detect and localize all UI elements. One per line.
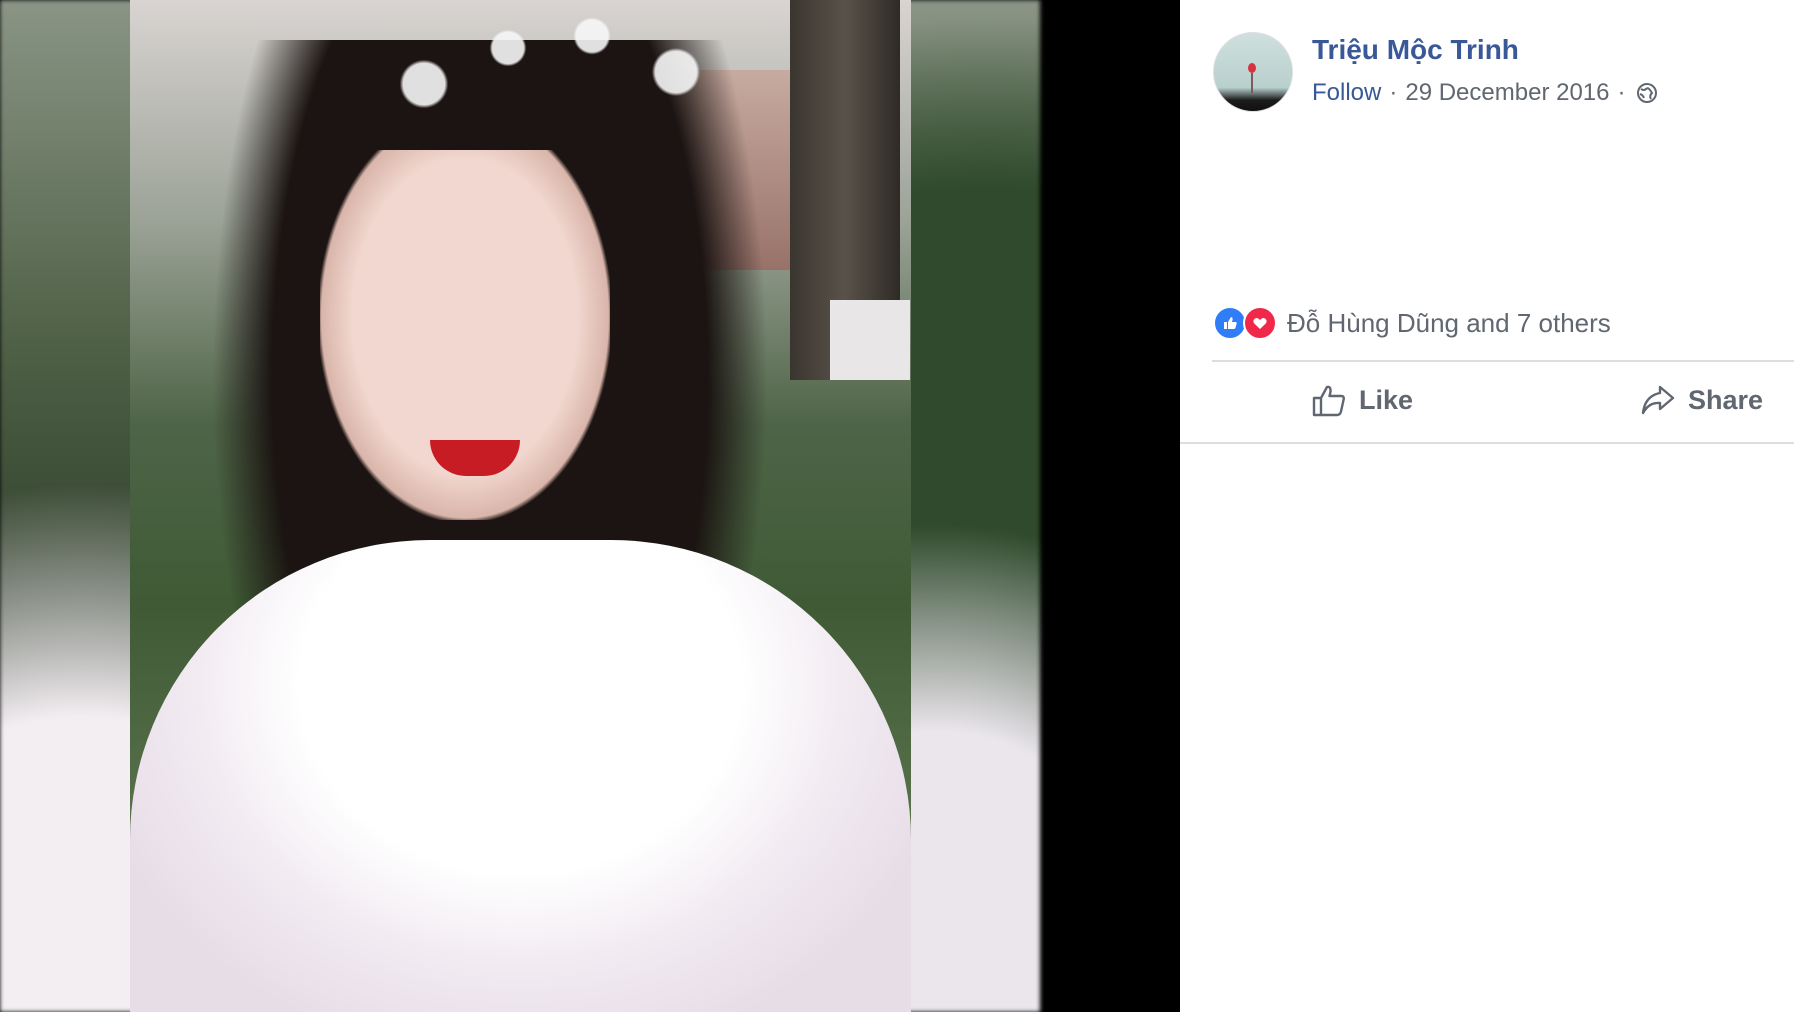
post-side-panel: Triệu Mộc Trinh Follow · 29 December 201… xyxy=(1180,0,1794,1012)
love-reaction-icon xyxy=(1243,306,1277,340)
reaction-names[interactable]: Đỗ Hùng Dũng and 7 others xyxy=(1287,308,1611,339)
thumbs-up-icon xyxy=(1312,385,1345,417)
globe-icon[interactable] xyxy=(1636,82,1658,104)
share-button[interactable]: Share xyxy=(1640,382,1763,418)
follow-link[interactable]: Follow xyxy=(1312,79,1381,107)
like-label: Like xyxy=(1359,384,1414,415)
divider xyxy=(1180,442,1794,444)
post-date-link[interactable]: 29 December 2016 xyxy=(1405,79,1609,107)
author-name-link[interactable]: Triệu Mộc Trinh xyxy=(1312,34,1519,66)
photo-viewer[interactable] xyxy=(0,0,1180,1012)
avatar-flower xyxy=(1248,63,1256,73)
avatar-flower-stem xyxy=(1251,73,1253,93)
post-photo[interactable] xyxy=(130,0,911,1012)
post-meta: Follow · 29 December 2016 · xyxy=(1312,79,1658,107)
like-button[interactable]: Like xyxy=(1311,382,1413,418)
meta-separator: · xyxy=(1617,79,1626,106)
share-label: Share xyxy=(1688,384,1764,415)
meta-separator: · xyxy=(1389,79,1398,106)
photo-flower-crown xyxy=(340,0,760,120)
photo-dress xyxy=(130,540,911,1012)
share-arrow-icon xyxy=(1641,385,1675,415)
photo-tree-base xyxy=(830,300,910,380)
avatar[interactable] xyxy=(1213,32,1293,112)
reactions-summary[interactable]: Đỗ Hùng Dũng and 7 others xyxy=(1213,306,1611,340)
post-actions-bar: Like Share xyxy=(1180,362,1794,442)
like-reaction-icon xyxy=(1213,306,1247,340)
